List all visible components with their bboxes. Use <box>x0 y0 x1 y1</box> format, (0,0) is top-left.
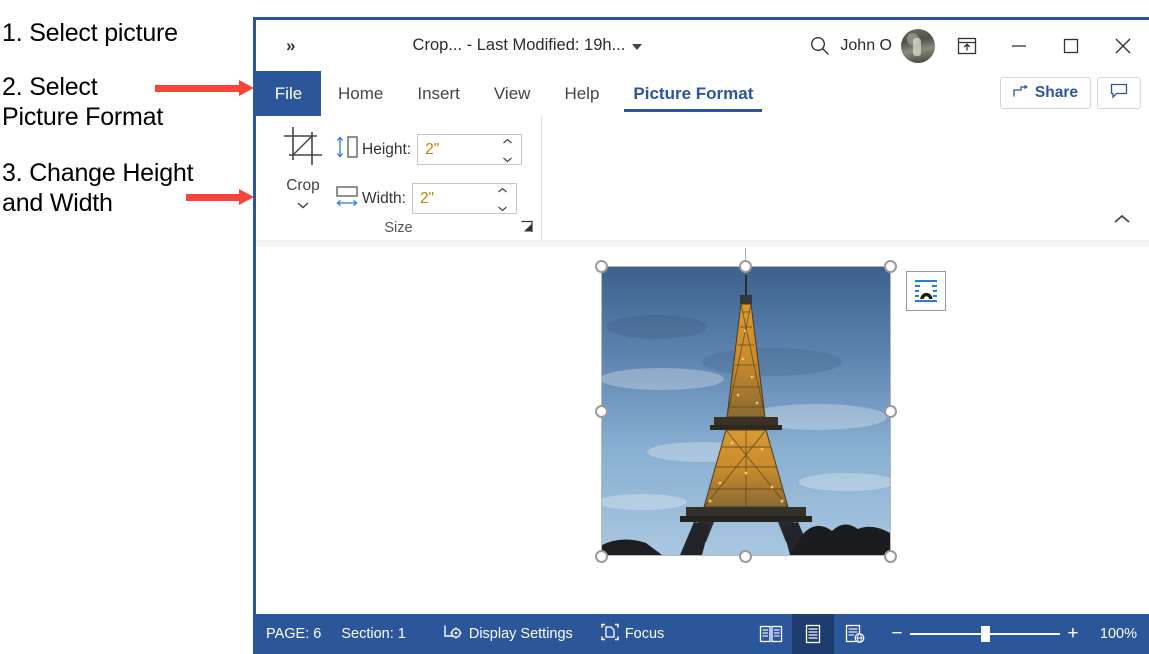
arrow-head <box>239 189 254 205</box>
width-stepper[interactable] <box>497 187 508 212</box>
tabs-spacer <box>770 71 1000 116</box>
ribbon-group-size: Crop Height: 2" Width: 2" Size <box>256 116 542 240</box>
view-print-layout-button[interactable] <box>791 614 834 654</box>
comment-icon <box>1110 83 1128 104</box>
focus-icon <box>601 623 619 645</box>
tab-view[interactable]: View <box>477 71 548 116</box>
display-settings-button[interactable]: Display Settings <box>444 624 573 645</box>
arrow-head <box>239 80 254 96</box>
height-control: Height: 2" <box>334 134 523 165</box>
ribbon-display-options-icon[interactable] <box>941 26 993 66</box>
width-control: Width: 2" <box>334 183 517 214</box>
instruction-step-3: 3. Change Height and Width <box>2 159 194 217</box>
resize-handle-top-right[interactable] <box>884 260 897 273</box>
zoom-out-button[interactable]: − <box>884 624 910 643</box>
height-input[interactable]: 2" <box>417 134 523 165</box>
tab-home[interactable]: Home <box>321 71 400 116</box>
minimize-icon[interactable] <box>993 26 1045 66</box>
collapse-ribbon-button[interactable] <box>1111 212 1135 232</box>
height-stepper[interactable] <box>502 138 513 163</box>
arrow-shaft <box>155 85 239 92</box>
page-indicator[interactable]: PAGE: 6 <box>266 626 321 642</box>
instruction-step-2: 2. Select Picture Format <box>2 73 164 131</box>
width-value: 2" <box>419 189 435 207</box>
resize-handle-top-center[interactable] <box>739 260 752 273</box>
red-arrow-to-picture-format <box>155 80 254 96</box>
arrow-shaft <box>186 194 239 201</box>
instruction-step-1: 1. Select picture <box>2 19 178 47</box>
document-title: Crop... - Last Modified: 19h... <box>412 36 626 54</box>
red-arrow-to-size-fields <box>186 189 254 205</box>
maximize-icon[interactable] <box>1045 26 1097 66</box>
view-read-mode-button[interactable] <box>750 614 792 654</box>
close-icon[interactable] <box>1097 26 1149 66</box>
eiffel-tower-photo[interactable] <box>601 266 891 556</box>
crop-label: Crop <box>286 177 320 194</box>
section-label: Section: 1 <box>341 626 406 642</box>
width-label: Width: <box>362 189 406 207</box>
resize-handle-middle-left[interactable] <box>595 405 608 418</box>
share-button[interactable]: Share <box>999 77 1091 109</box>
dialog-launcher-icon[interactable] <box>519 219 535 235</box>
tab-insert[interactable]: Insert <box>400 71 477 116</box>
status-bar: PAGE: 6 Section: 1 Display Settings Focu… <box>256 614 1149 654</box>
display-settings-label: Display Settings <box>468 626 573 642</box>
zoom-slider-thumb[interactable] <box>980 626 990 642</box>
resize-handle-bottom-right[interactable] <box>884 550 897 563</box>
ribbon-content: Crop Height: 2" Width: 2" Size <box>256 116 1149 241</box>
comments-button[interactable] <box>1097 77 1141 109</box>
height-arrows-icon <box>334 134 360 165</box>
account-name: John O <box>840 36 892 54</box>
width-input[interactable]: 2" <box>411 183 517 214</box>
ribbon-tabs: File Home Insert View Help Picture Forma… <box>256 71 1149 116</box>
search-icon[interactable] <box>800 26 840 66</box>
section-indicator[interactable]: Section: 1 <box>341 626 406 642</box>
word-application-window: » Crop... - Last Modified: 19h... John O <box>253 17 1149 654</box>
selected-picture-container[interactable] <box>595 248 946 563</box>
layout-options-icon[interactable] <box>906 271 946 311</box>
zoom-level-label[interactable]: 100% <box>1100 626 1137 642</box>
zoom-control[interactable]: − + <box>884 624 1086 643</box>
title-bar: » Crop... - Last Modified: 19h... John O <box>256 20 1149 71</box>
tab-file[interactable]: File <box>256 71 321 116</box>
resize-handle-bottom-left[interactable] <box>595 550 608 563</box>
avatar[interactable] <box>901 28 935 63</box>
height-value: 2" <box>425 140 440 158</box>
document-title-area[interactable]: Crop... - Last Modified: 19h... <box>254 36 800 55</box>
zoom-slider[interactable] <box>909 626 1060 642</box>
chevron-down-icon[interactable] <box>296 196 310 214</box>
share-icon <box>1013 84 1029 103</box>
zoom-in-button[interactable]: + <box>1060 624 1086 643</box>
view-web-layout-button[interactable] <box>834 614 876 654</box>
tab-picture-format[interactable]: Picture Format <box>616 71 770 116</box>
resize-handle-top-left[interactable] <box>595 260 608 273</box>
width-arrows-icon <box>334 183 360 214</box>
page-label: PAGE: 6 <box>266 626 322 642</box>
document-page[interactable] <box>256 247 1149 614</box>
tab-help[interactable]: Help <box>547 71 616 116</box>
instructions-panel: 1. Select picture 2. Select Picture Form… <box>0 0 254 654</box>
chevron-down-icon[interactable] <box>632 44 643 50</box>
resize-handle-bottom-center[interactable] <box>739 550 752 563</box>
share-label: Share <box>1034 84 1078 101</box>
crop-icon <box>281 124 325 173</box>
height-label: Height: <box>362 140 412 158</box>
size-group-label: Size <box>384 220 413 236</box>
focus-label: Focus <box>624 626 665 642</box>
crop-button[interactable]: Crop <box>272 124 334 214</box>
document-area[interactable] <box>256 240 1149 614</box>
focus-button[interactable]: Focus <box>601 623 665 645</box>
display-settings-icon <box>444 624 463 645</box>
resize-handle-middle-right[interactable] <box>884 405 897 418</box>
account-button[interactable]: John O <box>840 28 935 63</box>
